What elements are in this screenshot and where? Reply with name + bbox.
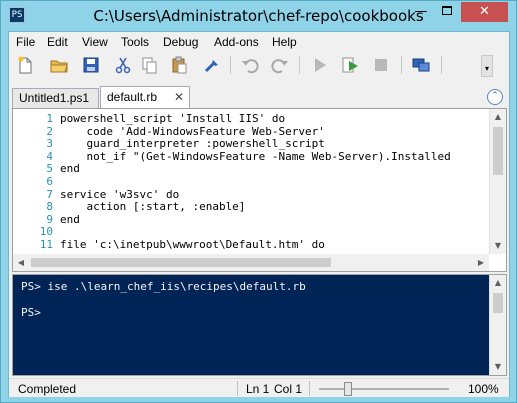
collapse-script-pane-icon[interactable]: ⌃ [487, 89, 503, 105]
toolbar-overflow-button[interactable]: ▾ [481, 55, 493, 77]
line-number: 3 [46, 137, 53, 151]
scrollbar-thumb[interactable] [31, 258, 331, 267]
code-line: guard_interpreter :powershell_script [60, 137, 325, 151]
scroll-right-icon[interactable]: ▶ [473, 254, 489, 271]
zoom-level: 100% [468, 382, 499, 396]
editor-vertical-scrollbar[interactable]: ▲ ▼ [489, 109, 506, 254]
toolbar: ▾ [9, 51, 509, 79]
line-numbers: 1 2 3 4 5 6 7 8 9 10 11 [13, 112, 53, 252]
scroll-up-icon[interactable]: ▲ [490, 109, 506, 125]
close-tab-icon[interactable]: ✕ [174, 87, 184, 107]
script-editor[interactable]: 1 2 3 4 5 6 7 8 9 10 11 powershell_scrip… [12, 108, 507, 272]
zoom-slider[interactable] [319, 388, 449, 390]
code-line: end [60, 212, 80, 226]
code-line: action [:start, :enable] [60, 200, 246, 214]
tab-strip: Untitled1.ps1 default.rb ✕ ⌃ [9, 84, 509, 109]
code-line: not_if "(Get-WindowsFeature -Name Web-Se… [60, 149, 451, 163]
editor-horizontal-scrollbar[interactable]: ◀ ▶ [13, 254, 489, 271]
toolbar-separator [230, 56, 231, 74]
tab-default-rb[interactable]: default.rb ✕ [100, 86, 190, 109]
maximize-icon [442, 6, 452, 15]
minimize-button[interactable]: — [408, 2, 434, 22]
console-line: PS> [21, 306, 41, 319]
open-folder-icon[interactable] [49, 55, 69, 75]
console-pane[interactable]: PS> ise .\learn_chef_iis\recipes\default… [12, 274, 507, 376]
tab-label: default.rb [107, 90, 158, 104]
stop-icon[interactable] [371, 55, 391, 75]
tab-label: Untitled1.ps1 [19, 91, 90, 105]
cut-icon[interactable] [113, 55, 133, 75]
status-separator [237, 381, 238, 396]
toolbar-separator [441, 56, 442, 74]
zoom-slider-thumb[interactable] [343, 382, 352, 396]
remote-powershell-icon[interactable] [411, 55, 431, 75]
scroll-down-icon[interactable]: ▼ [490, 238, 506, 254]
scroll-down-icon[interactable]: ▼ [490, 359, 506, 375]
line-number: 11 [39, 237, 53, 251]
code-line: end [60, 162, 80, 176]
line-number: 6 [46, 174, 53, 188]
run-selection-icon[interactable] [340, 55, 360, 75]
client-area: File Edit View Tools Debug Add-ons Help [8, 31, 510, 397]
close-button[interactable]: ✕ [461, 2, 508, 22]
cursor-column: Col 1 [274, 382, 303, 396]
clear-console-icon[interactable] [202, 55, 222, 75]
undo-icon[interactable] [240, 55, 260, 75]
new-file-icon[interactable] [15, 55, 35, 75]
tab-untitled1[interactable]: Untitled1.ps1 [12, 88, 99, 108]
menu-view[interactable]: View [82, 35, 108, 49]
menu-file[interactable]: File [16, 35, 35, 49]
code-line: powershell_script 'Install IIS' do [60, 113, 286, 125]
scroll-left-icon[interactable]: ◀ [13, 254, 29, 271]
status-separator [309, 381, 310, 396]
copy-icon[interactable] [139, 55, 159, 75]
maximize-button[interactable] [434, 2, 460, 22]
save-icon[interactable] [81, 55, 101, 75]
paste-icon[interactable] [169, 55, 189, 75]
title-bar[interactable]: PS C:\Users\Administrator\chef-repo\cook… [1, 1, 516, 31]
run-script-icon[interactable] [310, 55, 330, 75]
cursor-line: Ln 1 [246, 382, 270, 396]
ise-window: PS C:\Users\Administrator\chef-repo\cook… [0, 0, 517, 403]
code-area[interactable]: powershell_script 'Install IIS' do code … [60, 113, 488, 252]
code-line: file 'c:\inetpub\wwwroot\Default.htm' do [60, 237, 325, 251]
menu-tools[interactable]: Tools [121, 35, 149, 49]
status-text: Completed [18, 382, 77, 396]
toolbar-separator [401, 56, 402, 74]
menu-help[interactable]: Help [272, 35, 297, 49]
menu-add-ons[interactable]: Add-ons [214, 35, 259, 49]
console-output: PS> ise .\learn_chef_iis\recipes\default… [21, 280, 306, 319]
toolbar-separator [299, 56, 300, 74]
console-line: PS> ise .\learn_chef_iis\recipes\default… [21, 280, 306, 293]
menu-debug[interactable]: Debug [163, 35, 198, 49]
line-number: 8 [46, 200, 53, 214]
console-vertical-scrollbar[interactable]: ▲ ▼ [489, 275, 506, 375]
status-bar: Completed Ln 1 Col 1 100% [9, 378, 509, 397]
line-number: 1 [46, 112, 53, 125]
menu-bar: File Edit View Tools Debug Add-ons Help [9, 32, 509, 51]
scrollbar-thumb[interactable] [493, 127, 503, 175]
redo-icon[interactable] [270, 55, 290, 75]
scrollbar-thumb[interactable] [493, 293, 503, 313]
scroll-up-icon[interactable]: ▲ [490, 275, 506, 291]
menu-edit[interactable]: Edit [47, 35, 68, 49]
